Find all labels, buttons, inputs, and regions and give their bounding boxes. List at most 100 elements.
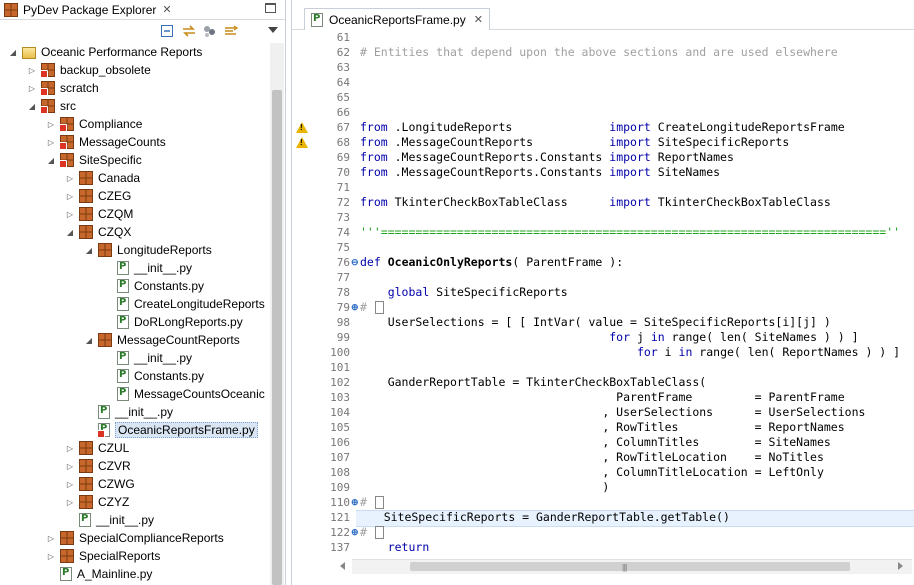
code-line[interactable]: global SiteSpecificReports [360,285,568,300]
expanded-arrow-icon[interactable]: ◢ [8,43,18,61]
tree-item[interactable]: ◢ CZQX [65,223,131,241]
tree-item[interactable]: DoRLongReports.py [103,313,243,331]
tree-item[interactable]: MessageCountsOceanic [103,385,265,403]
collapsed-arrow-icon[interactable]: ▷ [65,475,75,493]
tree-item[interactable]: ◢ SiteSpecific [46,151,142,169]
tree-item[interactable]: ◢ LongitudeReports [84,241,212,259]
collapsed-arrow-icon[interactable]: ▷ [65,205,75,223]
collapsed-arrow-icon[interactable]: ▷ [65,169,75,187]
tree-item[interactable]: ◢ MessageCountReports [84,331,240,349]
code-line[interactable]: from .MessageCountReports.Constants impo… [360,165,720,180]
tree-item[interactable]: __init__.py [65,511,154,529]
code-line[interactable]: GanderReportTable = TkinterCheckBoxTable… [360,375,707,390]
tree-item[interactable]: ▷ CZUL [65,439,129,457]
tree-item[interactable]: Constants.py [103,277,204,295]
folded-code-icon[interactable] [374,496,384,509]
code-line[interactable]: ) [360,480,609,495]
expanded-arrow-icon[interactable]: ◢ [46,151,56,169]
tree-item[interactable]: Constants.py [103,367,204,385]
code-line[interactable]: , RowTitleLocation = NoTitles [360,450,824,465]
tree-scrollbar-thumb[interactable] [272,90,282,585]
tree-item[interactable]: ◢ Oceanic Performance Reports [8,43,202,61]
code-line[interactable]: , ColumnTitleLocation = LeftOnly [360,465,824,480]
tree-item[interactable]: ▷ CZQM [65,205,133,223]
horizontal-scrollbar[interactable]: |||| [352,559,912,574]
tree-item[interactable]: ▷ CZWG [65,475,135,493]
tree-item[interactable]: __init__.py [84,403,173,421]
view-menu-icon[interactable] [268,27,278,33]
explorer-tab[interactable]: PyDev Package Explorer ✕ [0,0,176,19]
collapse-fold-icon[interactable]: ⊖ [351,258,359,267]
warning-icon[interactable] [296,137,308,148]
code-line[interactable]: from .LongitudeReports import CreateLong… [360,120,845,135]
tree-item[interactable]: ▷ scratch [27,79,99,97]
tree-item[interactable]: A_Mainline.py [46,565,152,583]
code-line[interactable]: for i in range( len( ReportNames ) ) ] [360,345,900,360]
editor-tab[interactable]: OceanicReportsFrame.py ✕ [304,8,490,30]
link-with-editor-icon[interactable] [181,24,195,38]
tree-item[interactable]: ◢ src [27,97,76,115]
close-icon[interactable]: ✕ [162,3,171,16]
code-line[interactable]: from .MessageCountReports import SiteSpe… [360,135,789,150]
code-line[interactable]: UserSelections = [ [ IntVar( value = Sit… [360,315,831,330]
minimize-icon[interactable] [265,3,276,13]
sync-icon[interactable] [223,24,239,38]
collapsed-arrow-icon[interactable]: ▷ [46,133,56,151]
tree-item[interactable]: __init__.py [103,259,192,277]
collapsed-arrow-icon[interactable]: ▷ [65,493,75,511]
close-icon[interactable]: ✕ [474,13,483,26]
expanded-arrow-icon[interactable]: ◢ [27,97,37,115]
scroll-right-icon[interactable] [898,562,903,570]
scroll-left-icon[interactable] [340,562,345,570]
collapsed-arrow-icon[interactable]: ▷ [65,439,75,457]
tree-item[interactable]: ▷ CZVR [65,457,131,475]
code-line[interactable]: # Entities that depend upon the above se… [360,45,838,60]
tree-item[interactable]: ▷ SpecialReports [46,547,160,565]
editor-body[interactable]: 61626364656667686970717273747576⊖777879⊕… [292,30,914,560]
tree-item[interactable]: ▷ backup_obsolete [27,61,151,79]
collapsed-arrow-icon[interactable]: ▷ [27,79,37,97]
code-line[interactable]: return [360,540,430,555]
code-line[interactable]: from TkinterCheckBoxTableClass import Tk… [360,195,831,210]
filter-icon[interactable] [202,24,216,38]
warning-icon[interactable] [296,122,308,133]
expand-fold-icon[interactable]: ⊕ [351,528,359,537]
tree-item[interactable]: __init__.py [103,349,192,367]
tree-item[interactable]: ▷ Canada [65,169,140,187]
collapsed-arrow-icon[interactable]: ▷ [65,457,75,475]
code-line[interactable]: , RowTitles = ReportNames [360,420,844,435]
code-line[interactable]: ParentFrame = ParentFrame [360,390,844,405]
code-line[interactable]: def OceanicOnlyReports( ParentFrame ): [360,255,623,270]
code-line[interactable]: from .MessageCountReports.Constants impo… [360,150,734,165]
expand-fold-icon[interactable]: ⊕ [351,498,359,507]
folded-code-icon[interactable] [374,301,384,314]
expanded-arrow-icon[interactable]: ◢ [84,331,94,349]
horizontal-scrollbar-thumb[interactable] [410,562,850,571]
code-line[interactable]: # [360,300,384,315]
expanded-arrow-icon[interactable]: ◢ [84,241,94,259]
tree-item[interactable]: ▷ CZEG [65,187,131,205]
folded-code-icon[interactable] [374,526,384,539]
expand-fold-icon[interactable]: ⊕ [351,303,359,312]
code-line[interactable]: # [360,525,384,540]
collapsed-arrow-icon[interactable]: ▷ [27,61,37,79]
tree-item[interactable]: ▷ SpecialComplianceReports [46,529,224,547]
collapsed-arrow-icon[interactable]: ▷ [65,187,75,205]
code-line[interactable]: for j in range( len( SiteNames ) ) ] [360,330,858,345]
tree-item[interactable]: CreateLongitudeReports [103,295,265,313]
collapsed-arrow-icon[interactable]: ▷ [46,115,56,133]
collapsed-arrow-icon[interactable]: ▷ [46,547,56,565]
collapsed-arrow-icon[interactable]: ▷ [46,529,56,547]
tree-item[interactable]: ▷ Compliance [46,115,142,133]
expanded-arrow-icon[interactable]: ◢ [65,223,75,241]
code-line[interactable]: # [360,495,384,510]
code-line[interactable]: , ColumnTitles = SiteNames [360,435,831,450]
code-line[interactable]: , UserSelections = UserSelections [360,405,865,420]
tree-item[interactable]: ▷ MessageCounts [46,133,166,151]
current-code-line[interactable]: SiteSpecificReports = GanderReportTable.… [356,510,914,527]
collapse-all-icon[interactable] [160,24,174,38]
code-area[interactable]: # Entities that depend upon the above se… [356,30,914,560]
tree-item[interactable]: OceanicReportsFrame.py [84,421,258,439]
code-line[interactable]: '''=====================================… [360,225,900,240]
tree-item[interactable]: ▷ CZYZ [65,493,129,511]
